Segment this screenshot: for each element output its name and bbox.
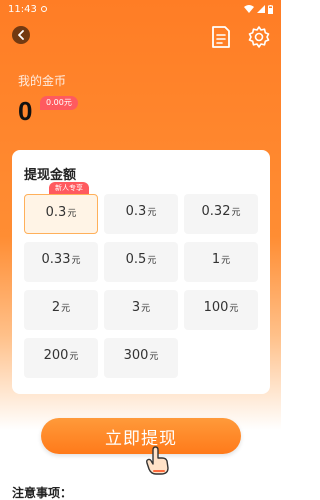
cash-equivalent-badge: 0.00元 xyxy=(40,96,78,110)
coin-balance: 0 xyxy=(18,96,33,126)
signal-icon xyxy=(257,5,265,13)
withdraw-card: 提现金额 新人专享 0.3 元 0.3 元 0.32 元 0.33 元 0.5 元 1元 … xyxy=(12,150,270,394)
gear-icon[interactable] xyxy=(247,25,271,49)
back-button[interactable] xyxy=(12,26,30,44)
amount-value: 0.5 xyxy=(125,252,147,267)
battery-icon xyxy=(268,4,273,14)
amount-value: 0.32 xyxy=(201,204,231,219)
amount-unit: 元 xyxy=(61,304,71,314)
amount-option[interactable]: 100 元 xyxy=(184,290,258,330)
amount-value: 200 xyxy=(43,348,69,363)
amount-value: 0.3 xyxy=(125,204,147,219)
amount-option[interactable]: 2元 xyxy=(24,290,98,330)
back-chevron-icon xyxy=(18,30,24,40)
wifi-icon xyxy=(244,5,254,13)
amount-option[interactable]: 300 元 xyxy=(104,338,178,378)
amount-value: 2 xyxy=(51,300,61,315)
amount-unit: 元 xyxy=(147,208,157,218)
notes-title: 注意事项： xyxy=(12,486,73,500)
coin-label: 我的金币 xyxy=(18,74,67,88)
notification-dot-icon xyxy=(40,6,47,12)
amount-value: 300 xyxy=(123,348,149,363)
amount-option[interactable]: 0.3 元 xyxy=(24,194,98,234)
amount-unit: 元 xyxy=(231,208,241,218)
amount-option[interactable]: 0.33 元 xyxy=(24,242,98,282)
pointing-hand-icon xyxy=(146,446,169,475)
amount-unit: 元 xyxy=(229,304,239,314)
amount-option[interactable]: 0.3 元 xyxy=(104,194,178,234)
amount-option[interactable]: 1元 xyxy=(184,242,258,282)
amount-unit: 元 xyxy=(67,209,77,219)
amount-unit: 元 xyxy=(221,256,231,266)
amount-value: 0.3 xyxy=(45,205,67,220)
status-bar: 11:43 xyxy=(0,0,281,18)
amount-unit: 元 xyxy=(71,256,81,266)
amount-value: 1 xyxy=(211,252,221,267)
top-nav xyxy=(0,20,281,54)
amount-unit: 元 xyxy=(141,304,151,314)
status-time: 11:43 xyxy=(8,3,37,15)
amount-value: 100 xyxy=(203,300,229,315)
amount-unit: 元 xyxy=(149,352,159,362)
new-user-tag: 新人专享 xyxy=(49,182,89,194)
amount-option[interactable]: 200 元 xyxy=(24,338,98,378)
withdraw-now-button[interactable]: 立即提现 xyxy=(41,418,241,454)
amount-option[interactable]: 0.5 元 xyxy=(104,242,178,282)
amount-value: 3 xyxy=(131,300,141,315)
amount-value: 0.33 xyxy=(41,252,71,267)
document-icon[interactable] xyxy=(210,25,232,49)
amount-option[interactable]: 3元 xyxy=(104,290,178,330)
amount-unit: 元 xyxy=(147,256,157,266)
withdraw-title: 提现金额 xyxy=(24,168,77,183)
amount-option[interactable]: 0.32 元 xyxy=(184,194,258,234)
amount-unit: 元 xyxy=(69,352,79,362)
